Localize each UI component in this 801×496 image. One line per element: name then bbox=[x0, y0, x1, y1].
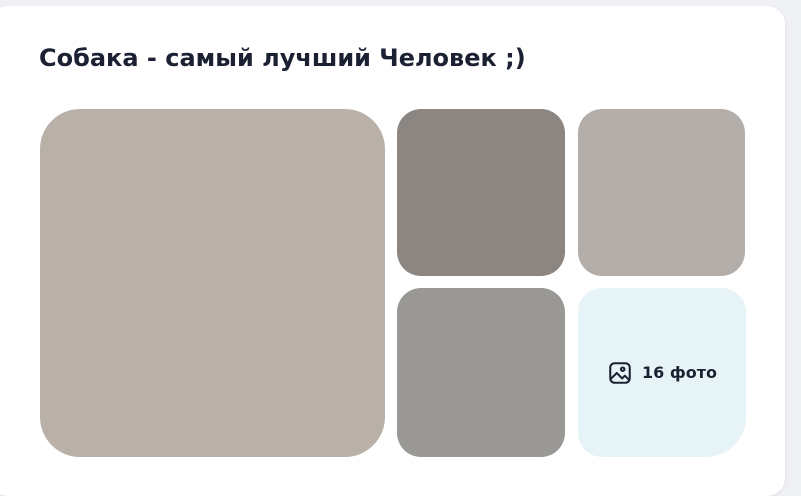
dog-photo-chinese-crested bbox=[40, 109, 385, 457]
photo-tile-4[interactable] bbox=[397, 288, 565, 457]
dog-photo-on-bed bbox=[397, 109, 565, 276]
dog-photo-two-dogs-floor bbox=[397, 288, 565, 457]
photo-tile-3[interactable] bbox=[578, 109, 745, 276]
more-photos-button[interactable]: 16 фото bbox=[578, 288, 746, 457]
album-title: Собака - самый лучший Человек ;) bbox=[39, 44, 526, 72]
dog-photo-yorkie-yellow-shirt bbox=[578, 109, 745, 276]
photo-tile-main[interactable] bbox=[40, 109, 385, 457]
image-gallery-icon bbox=[609, 361, 631, 384]
photo-tile-2[interactable] bbox=[397, 109, 565, 276]
photo-count-label: 16 фото bbox=[642, 363, 717, 382]
